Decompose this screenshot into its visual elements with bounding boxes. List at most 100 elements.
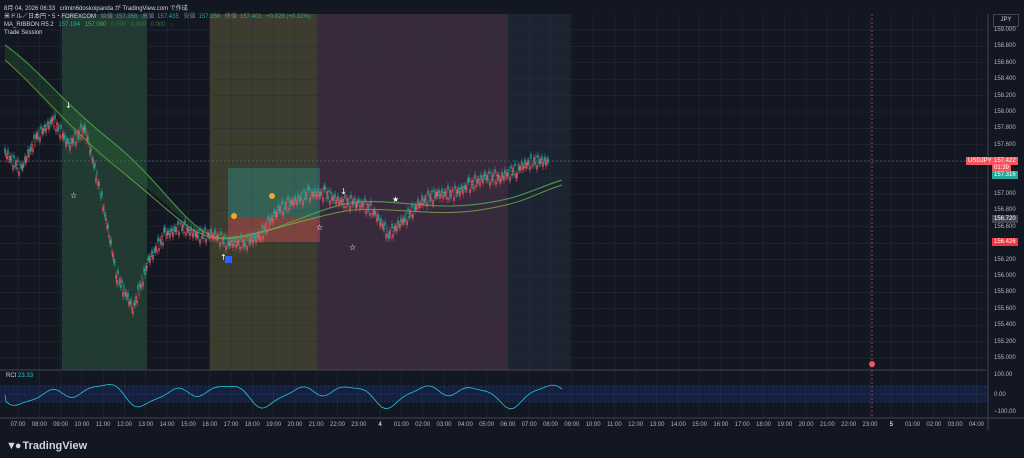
time-tick: 02:00	[926, 422, 942, 428]
candle-body	[432, 199, 434, 205]
candle-body	[171, 229, 173, 231]
visibility-icon[interactable]: ◌	[170, 22, 174, 28]
candle-body	[180, 222, 182, 224]
time-tick: 05:00	[479, 422, 495, 428]
candle-body	[54, 114, 56, 120]
ma-ribbon-name[interactable]: MA_RIBBON R5.2	[4, 22, 54, 28]
candle-body	[230, 243, 232, 245]
candle-body	[127, 292, 129, 298]
candle-body	[245, 238, 247, 240]
candle-body	[308, 186, 310, 191]
price-tick: 156.600	[994, 223, 1016, 230]
candle-body	[445, 191, 447, 195]
candle-body	[190, 226, 192, 232]
low-label: 安値	[183, 14, 196, 20]
candle-body	[535, 156, 537, 158]
candle-body	[69, 145, 71, 151]
candle-body	[210, 228, 212, 234]
candle-body	[25, 159, 27, 163]
candle-body	[356, 202, 358, 208]
time-tick: 18:00	[755, 422, 772, 428]
candle-body	[326, 190, 328, 196]
time-tick: 03:00	[436, 422, 452, 428]
candle-body	[358, 199, 360, 203]
candle-body	[494, 169, 496, 174]
candle-body	[114, 262, 116, 263]
candle-body	[122, 291, 124, 297]
candle-body	[425, 196, 427, 198]
candle-body	[28, 154, 30, 158]
candle-body	[271, 215, 273, 217]
ma-value-2: 157.090	[84, 22, 107, 28]
time-tick: 15:00	[180, 422, 196, 428]
trade-session-label[interactable]: Trade Session	[4, 30, 42, 36]
candle-body	[94, 163, 96, 167]
candle-body	[350, 194, 352, 199]
candle-body	[448, 197, 450, 200]
candle-body	[297, 193, 299, 199]
candle-body	[176, 230, 178, 232]
candle-body	[501, 171, 503, 177]
candle-body	[446, 197, 448, 200]
candle-body	[390, 236, 392, 238]
candle-body	[534, 161, 536, 166]
candle-body	[118, 282, 120, 285]
rci-legend[interactable]: RCI 23.33	[6, 373, 33, 379]
candle-body	[454, 185, 456, 190]
candle-body	[99, 193, 101, 195]
candle-body	[528, 160, 530, 162]
candle-body	[131, 307, 133, 311]
candle-body	[68, 141, 70, 144]
candle-body	[363, 209, 365, 210]
candle-body	[385, 233, 387, 239]
candle-body	[295, 200, 297, 202]
rci-tick-100: 100.00	[994, 372, 1013, 378]
time-tick: 10:00	[74, 422, 90, 428]
candle-body	[184, 220, 186, 226]
candle-body	[437, 193, 439, 196]
time-tick: 09:00	[564, 422, 580, 428]
rci-label[interactable]: RCI	[6, 373, 16, 379]
candle-body	[116, 279, 118, 285]
trade-loss-zone	[228, 218, 320, 242]
trade-session-row[interactable]: Trade Session	[4, 29, 314, 37]
time-tick: 23:00	[351, 422, 367, 428]
candle-body	[88, 144, 90, 145]
candle-body	[119, 278, 121, 283]
candle-body	[221, 242, 223, 244]
chart-area[interactable]: ↓ ↓ ☆ ☆ ☆ ★ ↑ 8月 04, 2026 06:33 crimin6doskoip…	[0, 0, 1024, 458]
candle-body	[504, 169, 506, 175]
candle-body	[39, 136, 41, 142]
candle-body	[438, 189, 440, 194]
tradingview-logo[interactable]: ▼● TradingView	[6, 440, 87, 452]
symbol-row[interactable]: 米ドル／日本円・5・FOREXCOM 始値 157.356 高値 157.435 安…	[4, 13, 314, 21]
chart-header: 8月 04, 2026 06:33 crimin6doskoipanda が T…	[4, 5, 314, 37]
candle-body	[151, 250, 153, 254]
open-value: 157.356	[115, 14, 138, 20]
candle-body	[492, 173, 494, 178]
price-tick: 157.600	[994, 141, 1016, 148]
candle-body	[386, 227, 388, 229]
candle-body	[354, 197, 356, 201]
candle-body	[489, 181, 491, 187]
candle-body	[353, 201, 355, 205]
symbol-name[interactable]: 米ドル／日本円・5・FOREXCOM	[4, 14, 96, 20]
candle-body	[479, 181, 481, 187]
candle-body	[125, 292, 127, 297]
candle-body	[392, 234, 394, 238]
candle-body	[218, 234, 220, 236]
candle-body	[430, 197, 432, 202]
candle-body	[5, 153, 7, 156]
chart-date: 8月 04, 2026 06:33	[4, 6, 56, 12]
candle-body	[429, 193, 431, 199]
candle-body	[389, 229, 391, 235]
candle-body	[378, 218, 380, 220]
candle-body	[92, 158, 94, 164]
ma-ribbon-row[interactable]: MA_RIBBON R5.2 157.194 157.090 0.000 0.0…	[4, 21, 314, 29]
candle-body	[7, 149, 9, 155]
time-tick: 14:00	[159, 422, 175, 428]
symbol-badge: USDJPY	[966, 157, 994, 165]
time-tick: 12:00	[116, 422, 133, 428]
candle-body	[404, 218, 406, 222]
price-chart[interactable]: ↓↓☆☆☆★↑	[0, 0, 1024, 458]
